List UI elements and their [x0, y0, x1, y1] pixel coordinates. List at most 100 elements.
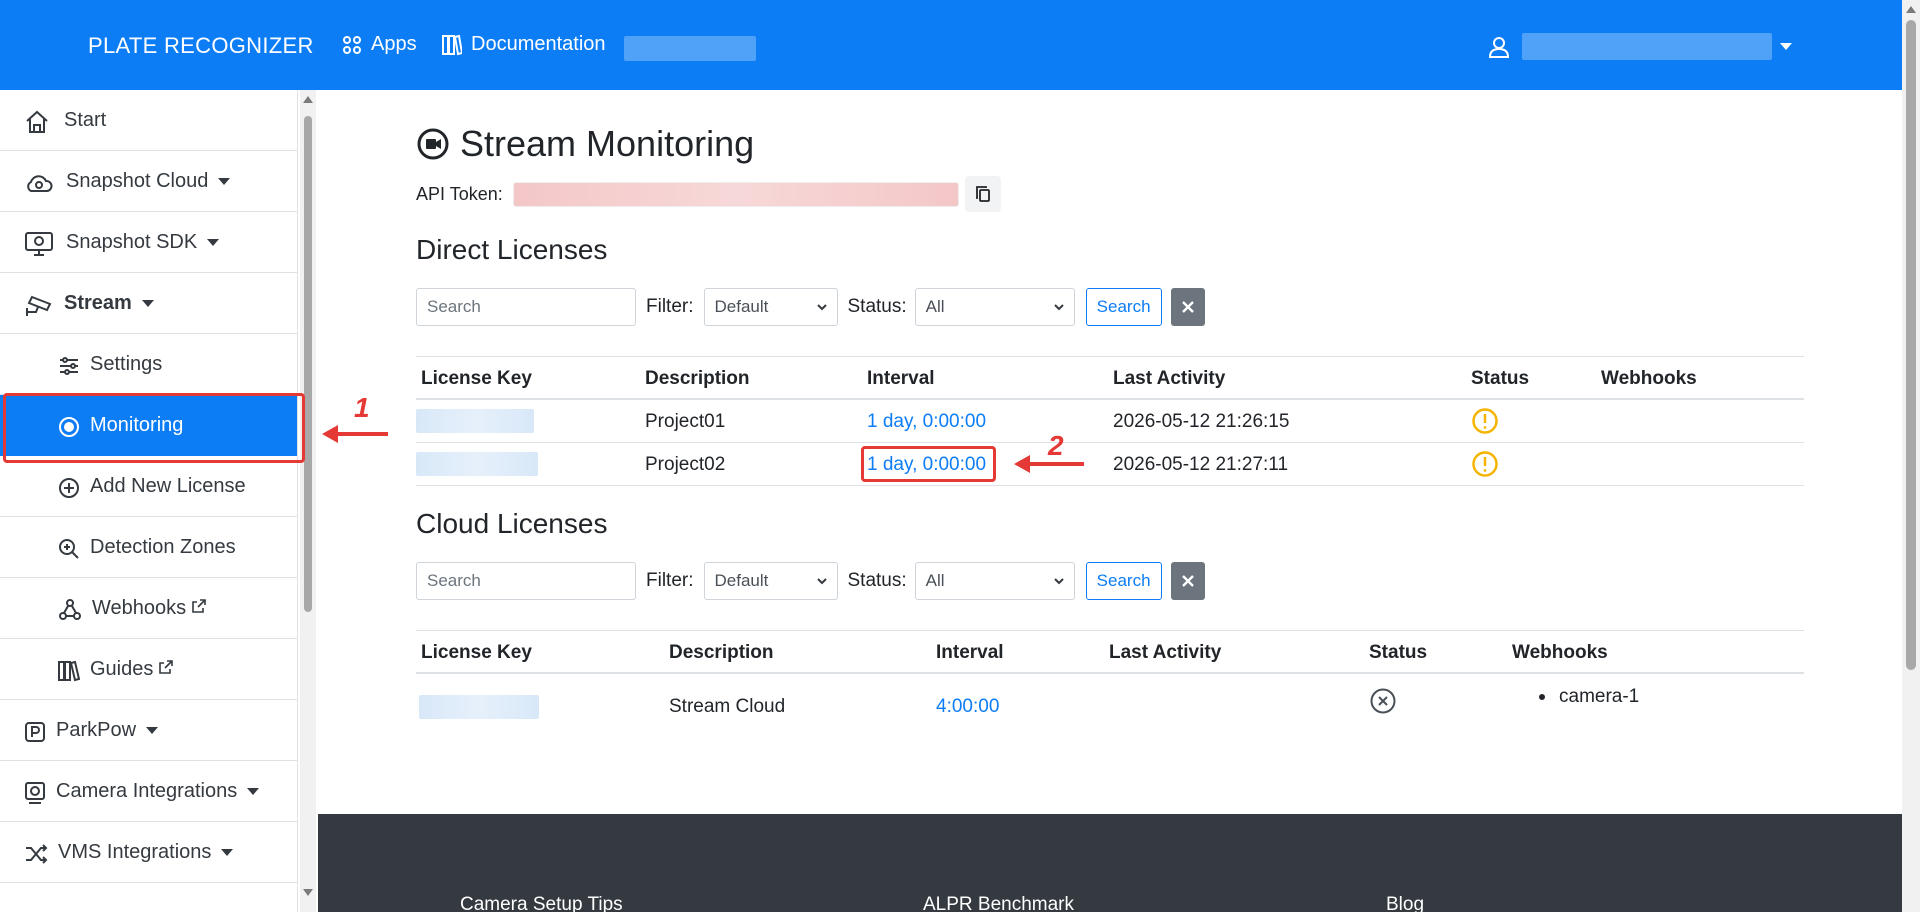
sidebar-item-webhooks[interactable]: Webhooks — [0, 578, 297, 639]
direct-filter-select[interactable]: Default — [703, 288, 838, 326]
row-last-activity: 2026-05-12 21:26:15 — [1113, 411, 1290, 432]
chevron-down-icon — [1053, 304, 1064, 311]
chevron-down-icon — [141, 300, 154, 308]
filter-label: Filter: — [646, 296, 694, 317]
plus-circle-icon — [59, 478, 79, 498]
chevron-down-icon — [816, 578, 827, 585]
sidebar-scrollbar[interactable] — [300, 90, 316, 912]
sidebar-item-label: Snapshot Cloud — [66, 170, 209, 192]
main-content: Stream Monitoring API Token: Direct Lice… — [318, 90, 1902, 814]
sidebar-item-parkpow[interactable]: ParkPow — [0, 700, 297, 761]
column-header: Status — [1471, 368, 1530, 389]
user-icon — [1488, 36, 1510, 58]
grid-icon — [343, 35, 361, 54]
page-header: Stream Monitoring — [416, 123, 754, 165]
api-token-label: API Token: — [416, 183, 503, 204]
row-description: Stream Cloud — [669, 696, 786, 717]
sidebar-scroll-thumb[interactable] — [304, 116, 312, 612]
shuffle-icon — [26, 844, 48, 864]
sidebar-item-label: VMS Integrations — [58, 841, 212, 863]
record-icon — [417, 128, 449, 160]
filter-select-value: Default — [714, 297, 769, 316]
column-header: License Key — [421, 642, 532, 663]
webhook-icon — [59, 599, 81, 620]
row-interval-link[interactable]: 1 day, 0:00:00 — [867, 411, 986, 433]
direct-status-select[interactable]: All — [914, 288, 1075, 326]
sidebar-item-label: Snapshot SDK — [66, 231, 198, 253]
nav-apps-label: Apps — [371, 33, 417, 55]
nav-documentation[interactable]: Documentation — [442, 33, 606, 56]
sidebar-item-label: ParkPow — [56, 719, 137, 741]
page-scrollbar[interactable] — [1902, 0, 1920, 912]
scroll-up-arrow-icon[interactable] — [303, 96, 313, 103]
copy-token-button[interactable] — [964, 176, 1001, 212]
status-label: Status: — [847, 570, 907, 591]
filter-label: Filter: — [646, 570, 694, 591]
table-row: Project02 1 day, 0:00:00 2026-05-12 21:2… — [416, 443, 1804, 486]
user-menu[interactable] — [1488, 33, 1792, 60]
sidebar-item-add-new-license[interactable]: Add New License — [0, 456, 297, 517]
nav-apps[interactable]: Apps — [342, 33, 417, 56]
row-interval-link[interactable]: 4:00:00 — [936, 696, 999, 718]
chevron-down-icon — [816, 304, 827, 311]
sidebar-item-guides[interactable]: Guides — [0, 639, 297, 700]
cloud-filter-select[interactable]: Default — [703, 562, 838, 600]
sidebar-item-detection-zones[interactable]: Detection Zones — [0, 517, 297, 578]
sidebar-item-vms-integrations[interactable]: VMS Integrations — [0, 822, 297, 883]
column-header: Description — [645, 368, 750, 389]
cloud-search-input[interactable] — [416, 562, 636, 600]
sidebar-item-start[interactable]: Start — [0, 90, 297, 151]
direct-clear-button[interactable] — [1170, 288, 1205, 326]
cloud-clear-button[interactable] — [1170, 562, 1205, 600]
footer-link-alpr-benchmark[interactable]: ALPR Benchmark — [923, 894, 1074, 912]
sidebar-item-stream[interactable]: Stream — [0, 273, 297, 334]
footer-link-camera-setup-tips[interactable]: Camera Setup Tips — [460, 894, 623, 912]
top-navbar: PLATE RECOGNIZER Apps Documentation — [0, 0, 1902, 90]
sidebar-item-snapshot-cloud[interactable]: Snapshot Cloud — [0, 151, 297, 212]
page-scroll-thumb[interactable] — [1906, 20, 1916, 670]
webhooks-list: camera-1 — [1539, 686, 1639, 708]
cloud-status-select[interactable]: All — [914, 562, 1075, 600]
column-header: Description — [669, 642, 774, 663]
warning-icon — [1472, 451, 1498, 477]
status-select-value: All — [925, 297, 945, 316]
column-header: License Key — [421, 368, 532, 389]
copy-icon — [975, 186, 990, 202]
sidebar-item-label: Add New License — [90, 475, 246, 497]
table-header: License Key Description Interval Last Ac… — [416, 356, 1804, 400]
scroll-up-arrow-icon[interactable] — [1906, 6, 1916, 13]
sidebar-item-label: Settings — [90, 353, 163, 375]
direct-licenses-title: Direct Licenses — [416, 234, 608, 265]
cloud-search-button[interactable]: Search — [1085, 562, 1162, 600]
chevron-down-icon — [1053, 578, 1064, 585]
column-header: Last Activity — [1113, 368, 1226, 389]
brand-logo[interactable]: PLATE RECOGNIZER — [88, 33, 314, 59]
scroll-down-arrow-icon[interactable] — [303, 889, 313, 896]
status-label: Status: — [847, 296, 907, 317]
redacted-username — [1522, 33, 1772, 60]
list-item: camera-1 — [1539, 686, 1639, 708]
row-last-activity: 2026-05-12 21:27:11 — [1113, 454, 1289, 475]
column-header: Webhooks — [1601, 368, 1697, 389]
close-icon — [1181, 575, 1194, 587]
zoom-in-icon — [59, 539, 79, 559]
sidebar-item-label: Webhooks — [92, 597, 187, 619]
direct-search-button[interactable]: Search — [1085, 288, 1162, 326]
direct-filter-row: Filter: Default Status: All Search — [416, 287, 1205, 327]
cctv-camera-icon — [26, 295, 52, 316]
column-header: Interval — [936, 642, 1004, 663]
redacted-license-key — [416, 452, 538, 476]
footer-link-blog[interactable]: Blog — [1386, 894, 1424, 912]
page-title: Stream Monitoring — [460, 123, 755, 164]
x-circle-icon — [1370, 688, 1396, 714]
annotation-arrow-icon — [322, 425, 388, 443]
annotation-number: 2 — [1048, 430, 1064, 461]
direct-search-input[interactable] — [416, 288, 636, 326]
sidebar-item-settings[interactable]: Settings — [0, 334, 297, 395]
sidebar-item-snapshot-sdk[interactable]: Snapshot SDK — [0, 212, 297, 273]
redacted-nav-item[interactable] — [624, 36, 756, 61]
sidebar-item-camera-integrations[interactable]: Camera Integrations — [0, 761, 297, 822]
redacted-license-key — [419, 695, 539, 719]
sidebar-item-label: Start — [64, 109, 107, 131]
monitor-icon — [25, 232, 53, 256]
